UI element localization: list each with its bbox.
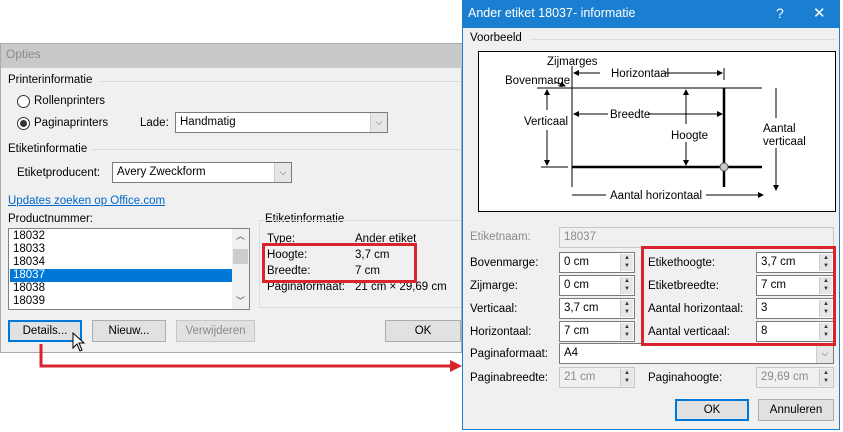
field-value: 7 cm bbox=[564, 325, 589, 337]
page-height-input[interactable]: 29,69 cm ▲ ▼ bbox=[756, 367, 834, 388]
page-size-label: Paginaformaat: bbox=[470, 348, 548, 360]
field-label-left: Horizontaal: bbox=[470, 326, 532, 338]
field-input-left[interactable]: 3,7 cm ▲ ▼ bbox=[559, 298, 635, 319]
page-size-value: A4 bbox=[564, 347, 579, 359]
diagram-side-margins: Zijmarges bbox=[547, 56, 598, 68]
spinner-icon[interactable]: ▲ ▼ bbox=[819, 369, 832, 386]
diagram-count-horizontal: Aantal horizontaal bbox=[610, 190, 702, 202]
diagram-height: Hoogte bbox=[671, 130, 708, 142]
spinner-icon[interactable]: ▲ ▼ bbox=[620, 277, 633, 294]
field-value: 0 cm bbox=[564, 256, 589, 268]
spinner-icon[interactable]: ▲ ▼ bbox=[620, 254, 633, 271]
diagram-vertical: Verticaal bbox=[524, 116, 568, 128]
field-input-left[interactable]: 7 cm ▲ ▼ bbox=[559, 321, 635, 342]
highlight-box bbox=[641, 246, 836, 346]
page-height-label: Paginahoogte: bbox=[648, 372, 723, 384]
diagram-horizontal: Horizontaal bbox=[611, 68, 669, 80]
diagram-count-vertical-2: verticaal bbox=[763, 136, 806, 148]
page-width-label: Paginabreedte: bbox=[470, 372, 549, 384]
field-value: 3,7 cm bbox=[564, 302, 599, 314]
field-input-left[interactable]: 0 cm ▲ ▼ bbox=[559, 252, 635, 273]
page-width-value: 21 cm bbox=[564, 371, 596, 383]
spinner-icon[interactable]: ▲ ▼ bbox=[620, 323, 633, 340]
label-diagram: Zijmarges Horizontaal Bovenmarge Vertica… bbox=[505, 56, 806, 202]
field-label-left: Verticaal: bbox=[470, 303, 518, 315]
diagram-width: Breedte bbox=[610, 109, 650, 121]
field-input-left[interactable]: 0 cm ▲ ▼ bbox=[559, 275, 635, 296]
spinner-icon[interactable]: ▲ ▼ bbox=[620, 369, 633, 386]
field-label-left: Bovenmarge: bbox=[470, 257, 539, 269]
page-height-value: 29,69 cm bbox=[761, 371, 809, 383]
spinner-icon[interactable]: ▲ ▼ bbox=[620, 300, 633, 317]
page-size-select[interactable]: A4 ⌵ bbox=[559, 343, 834, 364]
field-value: 0 cm bbox=[564, 279, 589, 291]
diagram-count-vertical: Aantal bbox=[763, 123, 796, 135]
cancel-button[interactable]: Annuleren bbox=[758, 399, 834, 421]
page-width-input[interactable]: 21 cm ▲ ▼ bbox=[559, 367, 635, 388]
diagram-top-margin: Bovenmarge bbox=[505, 75, 570, 87]
name-label: Etiketnaam: bbox=[470, 231, 531, 243]
name-input[interactable]: 18037 bbox=[559, 227, 834, 248]
chevron-down-icon[interactable]: ⌵ bbox=[816, 344, 833, 363]
ok-button[interactable]: OK bbox=[675, 399, 749, 421]
field-label-left: Zijmarge: bbox=[470, 280, 518, 292]
name-value: 18037 bbox=[564, 231, 596, 243]
